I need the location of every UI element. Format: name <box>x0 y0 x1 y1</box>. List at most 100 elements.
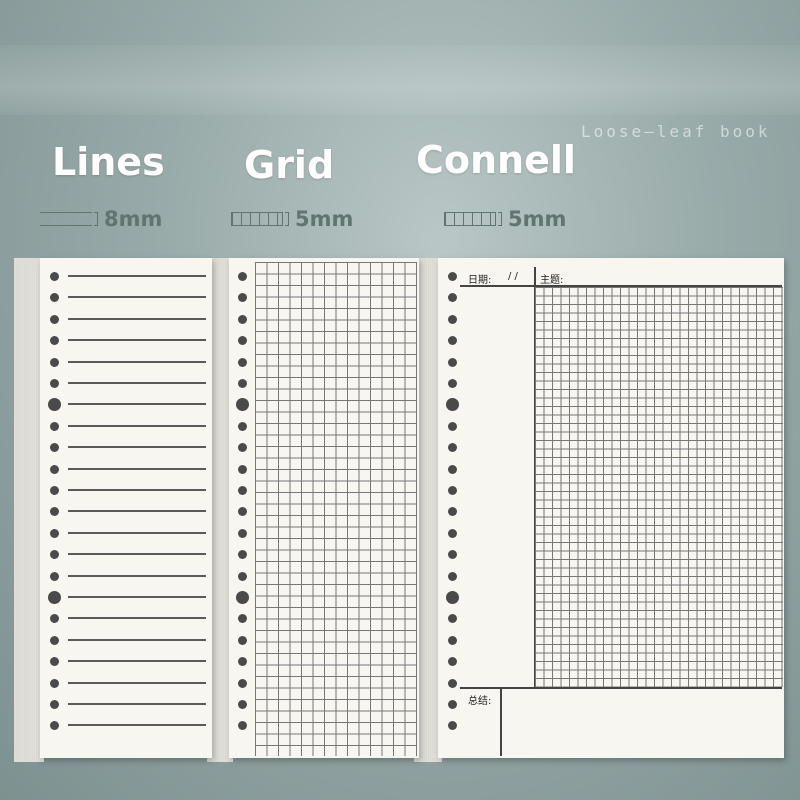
binder-hole <box>238 528 247 538</box>
binder-hole <box>448 571 457 581</box>
ruled-line <box>68 510 206 513</box>
spec-connell: 5mm <box>444 207 566 231</box>
ruled-line <box>68 703 206 705</box>
binder-hole <box>50 635 59 645</box>
binder-hole <box>446 398 459 412</box>
binder-hole <box>448 528 457 538</box>
binder-hole <box>50 464 59 474</box>
binder-hole <box>238 272 247 281</box>
summary-label: 总结: <box>468 696 492 707</box>
binder-hole <box>448 272 457 281</box>
spec-lines-label: 8mm <box>104 207 163 231</box>
binder-hole <box>238 657 247 667</box>
ruled-line <box>68 424 206 427</box>
binder-hole <box>448 507 457 517</box>
date-label: 日期: <box>468 275 492 286</box>
ruled-line <box>68 360 206 363</box>
binder-hole <box>50 379 59 388</box>
binder-hole <box>448 421 457 431</box>
binder-hole <box>50 721 59 731</box>
bracket-icon <box>498 212 502 226</box>
binder-hole <box>238 443 247 453</box>
binder-hole <box>50 678 59 688</box>
binder-hole <box>50 272 59 281</box>
binder-hole <box>448 635 457 645</box>
binder-hole <box>448 293 457 303</box>
ruled-line <box>68 660 206 663</box>
binder-hole <box>50 614 59 624</box>
ruled-line <box>68 638 206 641</box>
binder-hole <box>448 314 457 324</box>
ruled-line <box>68 296 206 299</box>
binder-hole <box>50 357 59 367</box>
binder-hole <box>448 700 457 709</box>
title-grid: Grid <box>244 143 335 187</box>
binder-hole <box>238 314 247 324</box>
binder-hole <box>50 528 59 538</box>
binder-hole <box>238 507 247 517</box>
binder-hole <box>238 550 247 560</box>
binder-hole <box>50 700 59 709</box>
binder-hole <box>238 357 247 367</box>
binder-hole <box>448 486 457 495</box>
spec-grid: 5mm <box>231 207 353 231</box>
binder-hole <box>448 657 457 667</box>
bracket-icon <box>285 212 289 226</box>
binder-hole <box>448 614 457 624</box>
binder-hole <box>50 507 59 517</box>
ruled-line <box>68 596 206 598</box>
binder-hole <box>448 379 457 388</box>
binder-hole <box>50 443 59 453</box>
binder-hole <box>238 421 247 431</box>
page-connell: 日期: / / 主题: 总结: <box>438 258 784 758</box>
binder-hole <box>50 293 59 303</box>
ruled-line <box>68 467 206 470</box>
ruled-line <box>68 531 206 534</box>
binder-hole <box>448 336 457 346</box>
binder-hole <box>50 571 59 581</box>
summary-divider <box>500 689 502 756</box>
ruled-line <box>68 553 206 556</box>
ruled-line <box>68 681 206 684</box>
grid-pattern <box>255 262 417 756</box>
binder-hole <box>238 464 247 474</box>
ruled-line <box>68 617 206 620</box>
bracket-icon <box>94 212 98 226</box>
binder-hole <box>50 421 59 431</box>
binder-hole <box>448 443 457 453</box>
binder-hole <box>446 591 459 604</box>
notes-grid <box>535 287 783 687</box>
spec-grid-label: 5mm <box>295 207 354 231</box>
binder-hole <box>48 591 61 604</box>
ruled-line <box>68 446 206 449</box>
grid-icon <box>444 212 496 226</box>
binder-hole <box>238 700 247 709</box>
topic-label: 主题: <box>540 275 564 286</box>
ruled-line <box>68 382 206 384</box>
page-lines <box>40 258 212 758</box>
ruled-line <box>68 403 206 406</box>
binder-hole <box>238 678 247 688</box>
grid-icon <box>231 212 283 226</box>
binder-hole <box>236 398 249 412</box>
binder-hole <box>238 486 247 495</box>
binder-hole <box>50 486 59 495</box>
binder-hole <box>236 591 249 604</box>
ruled-line <box>68 317 206 320</box>
ruled-line <box>68 275 206 277</box>
ruled-line <box>68 574 206 577</box>
binder-hole <box>238 336 247 346</box>
binder-hole <box>238 293 247 303</box>
binder-hole <box>238 721 247 731</box>
tagline: Loose—leaf book <box>581 122 771 141</box>
binder-hole <box>448 550 457 560</box>
binder-hole <box>50 550 59 560</box>
ruled-line <box>68 489 206 491</box>
background-band <box>0 45 800 115</box>
title-connell: Connell <box>416 138 576 182</box>
title-lines: Lines <box>52 140 165 184</box>
binder-hole <box>448 357 457 367</box>
binder-hole <box>238 379 247 388</box>
spec-lines: 8mm <box>40 207 162 231</box>
ruled-line <box>68 724 206 727</box>
